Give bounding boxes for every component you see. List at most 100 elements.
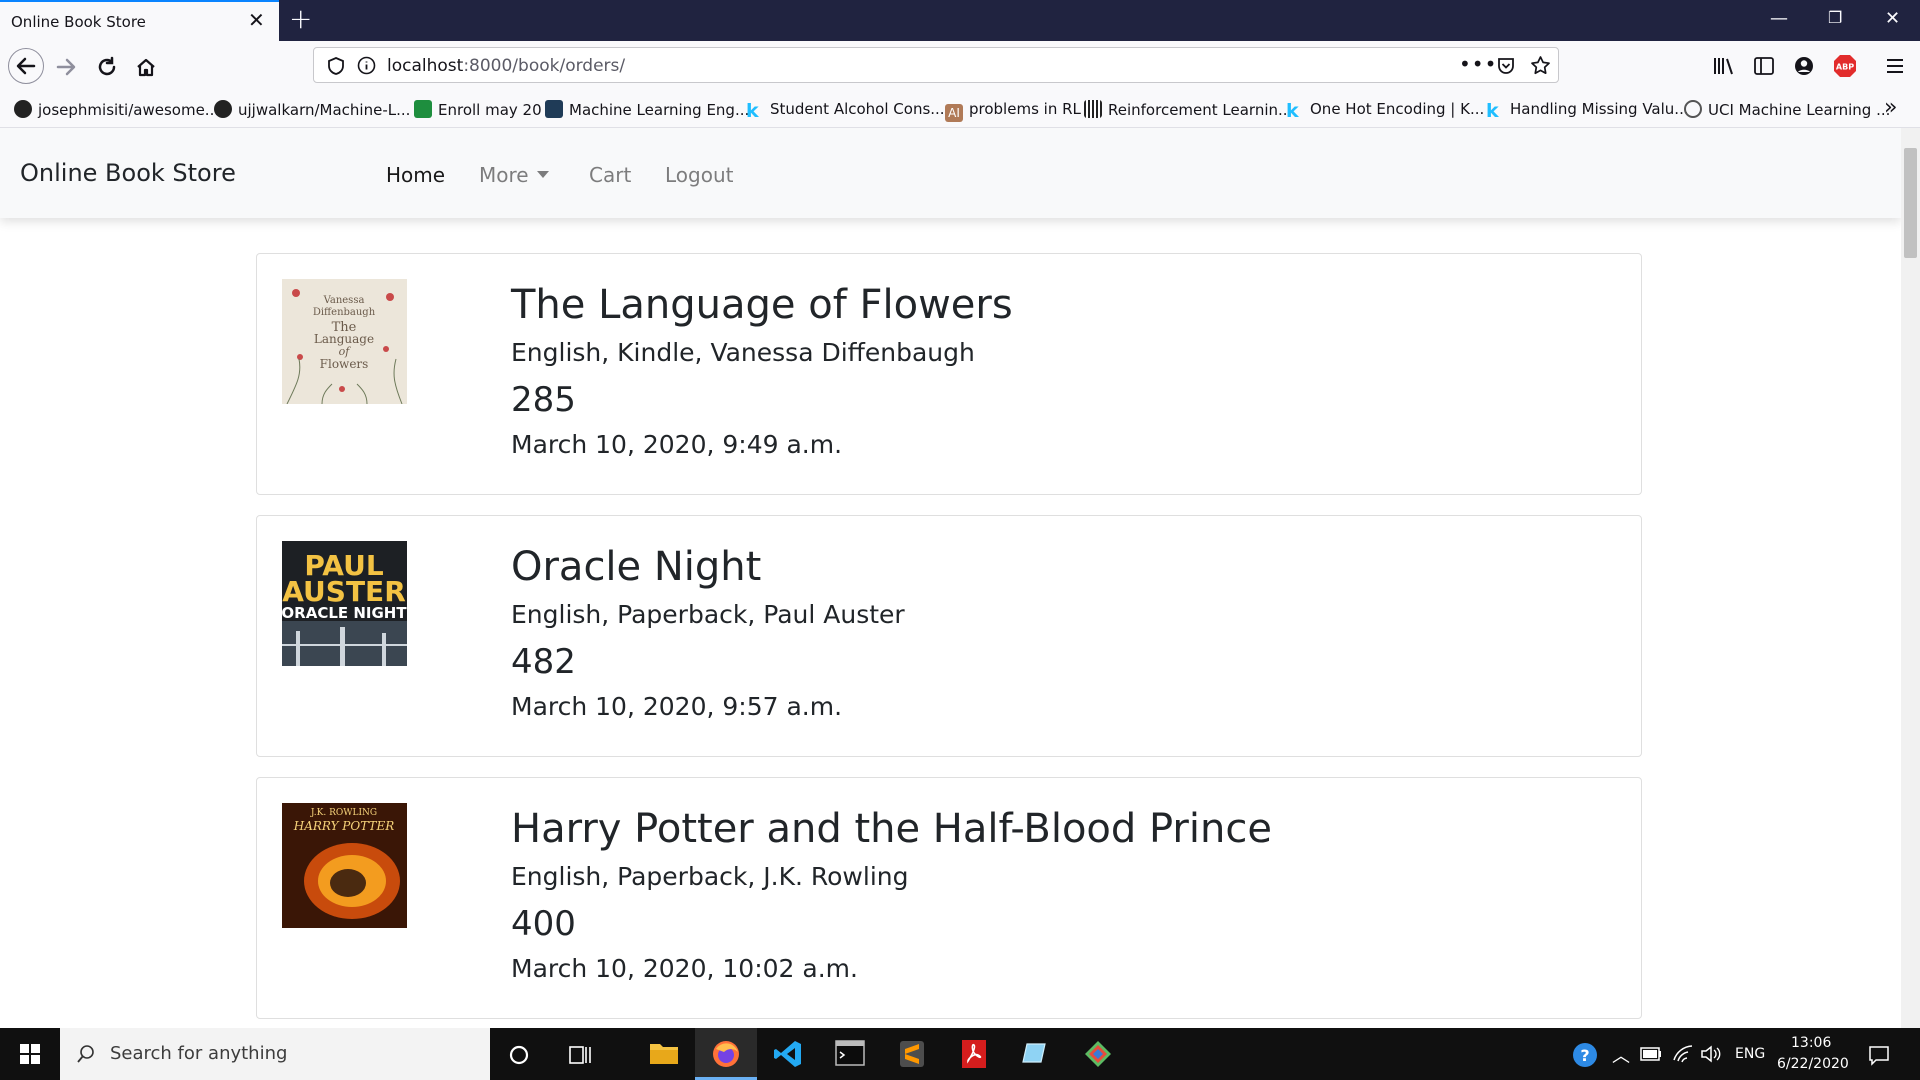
volume-icon[interactable]: [1700, 1045, 1722, 1063]
bookmark-item[interactable]: AI problems in RL: [945, 100, 1081, 122]
terminal-app[interactable]: [819, 1028, 881, 1080]
bookmark-item[interactable]: Reinforcement Learnin...: [1084, 100, 1292, 119]
book-cover-image: J.K. ROWLING HARRY POTTER: [282, 803, 407, 928]
nav-logout[interactable]: Logout: [665, 163, 733, 187]
github-icon: [214, 100, 232, 118]
browser-tab-strip: Online Book Store ✕ + — ❐ ✕: [0, 0, 1920, 41]
bookmark-item[interactable]: ujjwalkarn/Machine-L...: [214, 100, 410, 119]
adblock-icon[interactable]: ABP: [1833, 54, 1857, 78]
windows-logo-icon: [20, 1044, 40, 1064]
barcode-icon: [1084, 100, 1102, 118]
taskbar-search-placeholder: Search for anything: [110, 1043, 288, 1064]
page-actions-icon[interactable]: •••: [1459, 52, 1497, 76]
order-date: March 10, 2020, 9:49 a.m.: [511, 430, 843, 459]
clock-date[interactable]: 6/22/2020: [1777, 1056, 1849, 1072]
acrobat-app[interactable]: [943, 1028, 1005, 1080]
svg-text:Diffenbaugh: Diffenbaugh: [313, 307, 376, 318]
notification-icon[interactable]: [1868, 1044, 1890, 1066]
language-indicator[interactable]: ENG: [1735, 1046, 1765, 1062]
back-button[interactable]: [8, 48, 44, 84]
browser-tab[interactable]: Online Book Store ✕: [0, 0, 279, 41]
svg-text:HARRY POTTER: HARRY POTTER: [293, 819, 395, 833]
forward-button[interactable]: [49, 50, 83, 84]
browser-toolbar: localhost:8000/book/orders/ ••• ABP: [0, 41, 1920, 91]
nav-cart[interactable]: Cart: [589, 163, 631, 187]
git-app[interactable]: [1067, 1028, 1129, 1080]
info-icon: [357, 56, 376, 75]
book-title: Harry Potter and the Half-Blood Prince: [511, 806, 1272, 852]
wifi-icon[interactable]: [1672, 1044, 1694, 1064]
git-icon: [1085, 1041, 1111, 1067]
svg-text:Language: Language: [314, 332, 374, 346]
site-brand[interactable]: Online Book Store: [20, 159, 236, 187]
book-price: 482: [511, 642, 576, 682]
notes-app[interactable]: [1005, 1028, 1067, 1080]
file-explorer-app[interactable]: [633, 1028, 695, 1080]
task-view-icon[interactable]: [568, 1044, 592, 1066]
menu-icon[interactable]: [1885, 57, 1905, 75]
firefox-app[interactable]: [695, 1028, 757, 1080]
page-viewport: Online Book Store Home More Cart Logout …: [0, 128, 1901, 1028]
tray-chevron-icon[interactable]: ︿: [1612, 1042, 1630, 1068]
url-text[interactable]: localhost:8000/book/orders/: [387, 56, 625, 76]
sublime-app[interactable]: [881, 1028, 943, 1080]
close-window-button[interactable]: ✕: [1885, 8, 1900, 29]
bookmark-item[interactable]: Enroll may 20: [414, 100, 542, 119]
bookmark-item[interactable]: k Student Alcohol Cons...: [746, 100, 945, 121]
account-icon[interactable]: [1793, 55, 1815, 77]
bookmark-item[interactable]: k Handling Missing Valu...: [1486, 100, 1689, 121]
svg-text:J.K. ROWLING: J.K. ROWLING: [310, 808, 377, 818]
order-card: Vanessa Diffenbaugh The Language of Flow…: [256, 253, 1642, 495]
ai-icon: AI: [945, 104, 963, 122]
site-icon: [545, 100, 563, 118]
book-meta: English, Paperback, Paul Auster: [511, 600, 905, 629]
library-icon[interactable]: [1713, 56, 1735, 76]
windows-taskbar: Search for anything ? ︿ ENG 13:06 6/22/2…: [0, 1028, 1920, 1080]
kaggle-icon: k: [1286, 100, 1299, 122]
start-button[interactable]: [0, 1028, 60, 1080]
tab-title: Online Book Store: [11, 13, 146, 31]
tab-close-icon[interactable]: ✕: [248, 10, 265, 30]
minimize-button[interactable]: —: [1770, 8, 1788, 29]
help-icon[interactable]: ?: [1572, 1042, 1598, 1068]
globe-icon: [1684, 100, 1702, 118]
new-tab-button[interactable]: +: [289, 5, 312, 33]
firefox-icon: [713, 1041, 739, 1067]
more-bookmarks-icon[interactable]: »: [1884, 95, 1897, 120]
reload-icon: [98, 56, 116, 76]
github-icon: [14, 100, 32, 118]
nav-more-dropdown[interactable]: More: [479, 163, 549, 187]
bookmark-item[interactable]: josephmisiti/awesome...: [14, 100, 219, 119]
nav-home[interactable]: Home: [386, 163, 445, 187]
bookmark-item[interactable]: UCI Machine Learning ...: [1684, 100, 1890, 119]
notepad-icon: [1022, 1043, 1046, 1063]
book-price: 400: [511, 904, 576, 944]
restore-button[interactable]: ❐: [1828, 8, 1842, 27]
vscode-icon: [774, 1041, 801, 1067]
svg-text:ABP: ABP: [1836, 63, 1854, 72]
site-navbar: Online Book Store Home More Cart Logout: [0, 128, 1901, 218]
shield-icon: [328, 57, 344, 75]
order-card: J.K. ROWLING HARRY POTTER Harry Potter a…: [256, 777, 1642, 1019]
taskbar-search[interactable]: Search for anything: [60, 1028, 490, 1080]
bookmark-item[interactable]: k One Hot Encoding | K...: [1286, 100, 1484, 121]
order-card: PAUL AUSTER ORACLE NIGHT Oracle Night En…: [256, 515, 1642, 757]
sidebar-icon[interactable]: [1753, 56, 1775, 76]
vscode-app[interactable]: [757, 1028, 819, 1080]
battery-icon[interactable]: [1640, 1047, 1662, 1061]
bookmark-item[interactable]: Machine Learning Eng...: [545, 100, 749, 119]
forward-arrow-icon: [56, 58, 76, 76]
address-bar[interactable]: localhost:8000/book/orders/ •••: [313, 47, 1559, 83]
page-scrollbar[interactable]: [1901, 128, 1920, 1028]
kaggle-icon: k: [746, 100, 759, 122]
book-cover-image: PAUL AUSTER ORACLE NIGHT: [282, 541, 407, 666]
cortana-icon[interactable]: [508, 1044, 530, 1066]
home-button[interactable]: [129, 50, 163, 84]
order-date: March 10, 2020, 10:02 a.m.: [511, 954, 858, 983]
bookmark-star-icon: [1531, 56, 1550, 75]
clock-time[interactable]: 13:06: [1791, 1035, 1831, 1051]
reload-button[interactable]: [90, 50, 124, 84]
book-meta: English, Kindle, Vanessa Diffenbaugh: [511, 338, 975, 367]
book-title: The Language of Flowers: [511, 282, 1013, 328]
scrollbar-thumb[interactable]: [1904, 148, 1917, 258]
